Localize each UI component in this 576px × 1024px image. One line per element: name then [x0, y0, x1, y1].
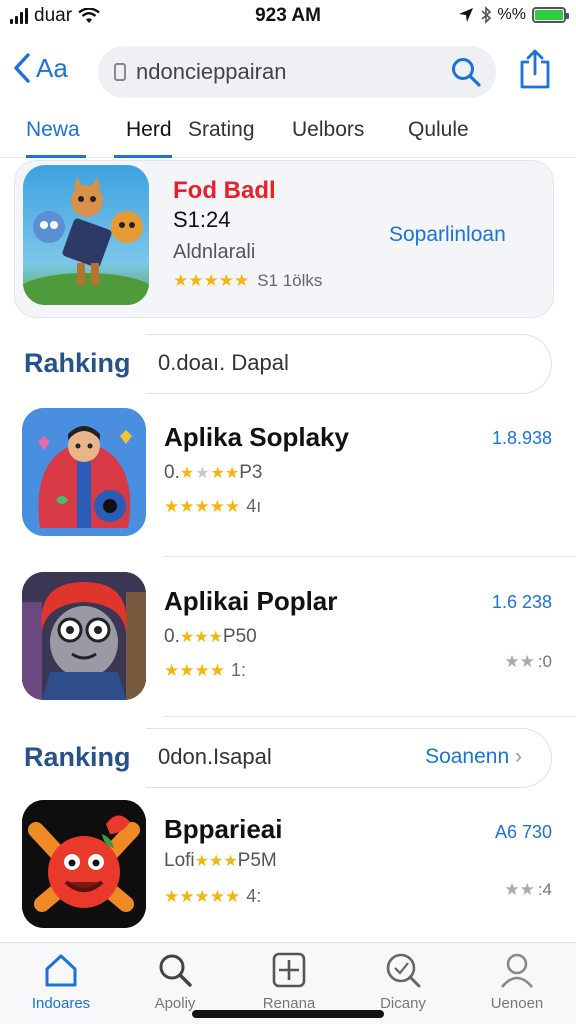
- red-monster-icon[interactable]: [22, 800, 146, 928]
- category-tabs: Newa Herd Srating Uelbors Qulule: [0, 110, 576, 158]
- search-icon[interactable]: [450, 56, 482, 88]
- app-count: 1.8.938: [491, 428, 552, 448]
- search-icon: [159, 954, 192, 987]
- app-subtitle: Lofi★★★P5M: [164, 850, 277, 872]
- app-subtitle: 0.★★★P50: [164, 626, 257, 648]
- app-row[interactable]: Bpparieai Lofi★★★P5M ★★★★★ 4: A6 730 ★★ …: [0, 798, 576, 948]
- chevron-right-icon: ›: [515, 745, 522, 768]
- rating-stars: ★★★★★: [164, 496, 241, 516]
- tab-bar-item-add[interactable]: Renana: [234, 949, 344, 1012]
- tab-srating[interactable]: Srating: [188, 118, 255, 142]
- add-icon: [272, 952, 306, 988]
- discover-icon: [386, 953, 421, 988]
- subtitle-stars: ★★★: [179, 629, 223, 646]
- rating-stars: ★★★★★: [173, 271, 250, 290]
- tab-underline-secondary: [114, 155, 172, 158]
- back-label: Aa: [36, 52, 68, 83]
- app-rating: ★★★★★ 4ı: [164, 496, 261, 517]
- featured-cta-button[interactable]: Soparlinloan: [389, 223, 506, 247]
- status-bar: duar 923 AM %%: [0, 0, 576, 34]
- featured-price: S1:24: [173, 207, 231, 232]
- subtitle-stars: ★ ★ ★★: [179, 465, 240, 482]
- home-icon: [45, 954, 77, 987]
- chevron-left-icon: [14, 53, 30, 83]
- rating-stars: ★★★★: [164, 660, 225, 680]
- meta-text: :4: [537, 880, 552, 899]
- app-meta: ★★ :0: [504, 652, 552, 672]
- see-all-button[interactable]: Soanenn ›: [425, 745, 522, 769]
- section-pill-text: 0don.Isapal: [158, 744, 272, 769]
- tab-bar-item-search[interactable]: Apoliy: [120, 949, 230, 1012]
- home-indicator: [192, 1010, 384, 1018]
- rating-text: 4:: [246, 886, 262, 906]
- section-label: Rahking: [24, 348, 131, 378]
- battery-icon: [532, 7, 569, 23]
- app-count: A6 730: [494, 822, 552, 842]
- app-name[interactable]: Aplikai Poplar: [164, 586, 337, 617]
- app-subtitle-prefix: 0.: [164, 462, 180, 483]
- section-header-ranking: Rahking 0.doaı. Dapal: [0, 334, 576, 396]
- section-pill-text: 0.doaı. Dapal: [158, 350, 289, 375]
- app-name[interactable]: Aplika Soplaky: [164, 422, 349, 453]
- app-count: 1.6 238: [491, 592, 552, 612]
- meta-stars: ★★: [504, 880, 535, 899]
- tab-bar-item-home[interactable]: Indoares: [6, 949, 116, 1012]
- featured-developer: Aldnlarali: [173, 241, 256, 263]
- red-haired-character-icon[interactable]: [22, 572, 146, 700]
- cartoon-creatures-icon[interactable]: [23, 165, 149, 305]
- tab-bar-item-profile[interactable]: Uenoen: [462, 949, 572, 1012]
- profile-icon: [501, 953, 533, 988]
- bluetooth-icon: [481, 6, 491, 24]
- app-rating: ★★★★★ 4:: [164, 886, 261, 907]
- app-subtitle-prefix: Lofi: [164, 850, 195, 871]
- featured-title[interactable]: Fod Badl: [173, 177, 276, 205]
- app-rating: ★★★★ 1:: [164, 660, 246, 681]
- rating-text: 4ı: [246, 496, 262, 516]
- tab-newa[interactable]: Newa: [26, 118, 80, 142]
- rating-stars: ★★★★★: [164, 886, 241, 906]
- tab-qulule[interactable]: Qulule: [408, 118, 469, 142]
- search-bar[interactable]: [98, 46, 496, 98]
- back-button[interactable]: Aa: [12, 52, 68, 84]
- app-subtitle-suffix: P3: [239, 462, 263, 483]
- search-input[interactable]: [136, 59, 450, 85]
- tab-uelbors[interactable]: Uelbors: [292, 118, 364, 142]
- cartoon-boy-icon[interactable]: [22, 408, 146, 536]
- battery-percent: %%: [497, 6, 526, 23]
- rating-text: S1 1ölks: [257, 271, 323, 290]
- app-subtitle: 0.★ ★ ★★P3: [164, 462, 262, 484]
- app-row[interactable]: Aplikai Poplar 0.★★★P50 ★★★★ 1: 1.6 238 …: [0, 570, 576, 720]
- nav-bar: Aa: [0, 44, 576, 100]
- see-all-label: Soanenn: [425, 745, 510, 768]
- tab-underline-active: [26, 155, 86, 158]
- app-subtitle-suffix: P50: [222, 626, 257, 647]
- location-icon: [458, 8, 473, 22]
- app-row[interactable]: Aplika Soplaky 0.★ ★ ★★P3 ★★★★★ 4ı 1.8.938: [0, 406, 576, 556]
- rating-text: 1:: [230, 660, 246, 680]
- status-right: %%: [458, 6, 569, 24]
- app-subtitle-suffix: P5M: [237, 850, 277, 871]
- app-name[interactable]: Bpparieai: [164, 814, 283, 845]
- app-meta: ★★ :4: [504, 880, 552, 900]
- tab-herd[interactable]: Herd: [126, 118, 172, 142]
- divider: [164, 556, 576, 557]
- section-label: Ranking: [24, 742, 131, 772]
- section-header-ranking: Ranking 0don.Isapal Soanenn ›: [0, 728, 576, 790]
- featured-card[interactable]: Fod Badl S1:24 Aldnlarali ★★★★★ S1 1ölks…: [14, 160, 554, 318]
- tab-bar-label: Uenoen: [490, 995, 544, 1012]
- mic-icon[interactable]: [114, 63, 126, 81]
- meta-text: :0: [537, 652, 552, 671]
- tab-bar-item-discover[interactable]: Dicany: [348, 949, 458, 1012]
- divider: [164, 716, 576, 717]
- meta-stars: ★★: [504, 652, 535, 671]
- subtitle-stars: ★★★: [194, 853, 238, 870]
- app-subtitle-prefix: 0.: [164, 626, 180, 647]
- share-icon[interactable]: [518, 48, 552, 90]
- tab-bar-label: Indoares: [31, 995, 91, 1012]
- featured-rating: ★★★★★ S1 1ölks: [173, 271, 322, 291]
